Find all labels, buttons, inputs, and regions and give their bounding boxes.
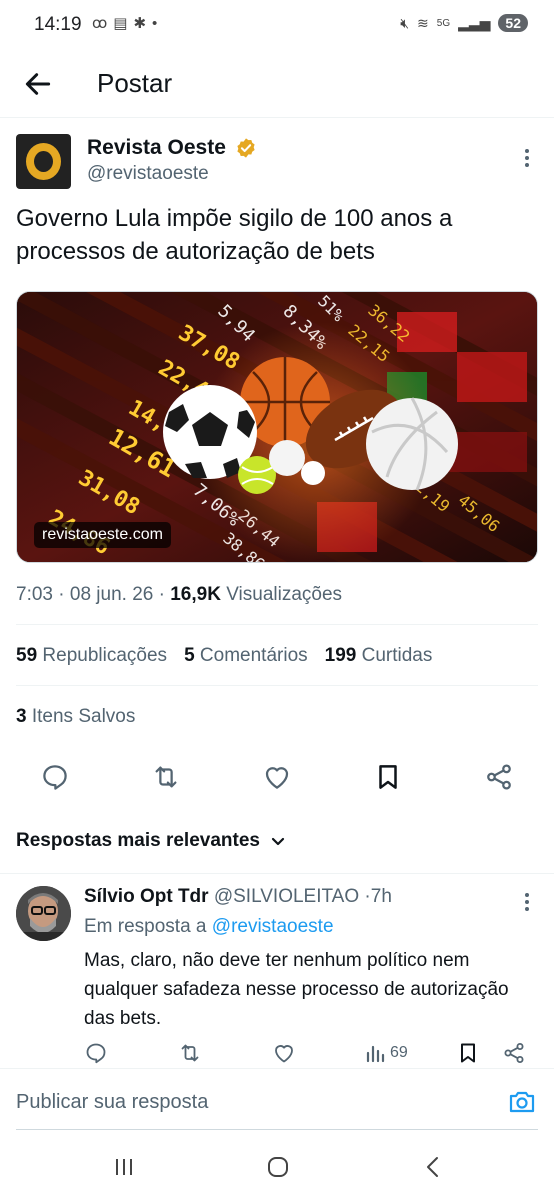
likes-count: 199	[324, 645, 357, 666]
recent-apps-icon[interactable]	[111, 1154, 137, 1180]
reply-author-handle[interactable]: @SILVIOLEITAO	[214, 886, 359, 907]
reply-icon[interactable]	[84, 1041, 108, 1065]
repost-icon[interactable]	[151, 762, 181, 792]
nav-back-icon[interactable]	[420, 1154, 446, 1180]
like-icon[interactable]	[272, 1041, 296, 1065]
reply-age: 7h	[370, 886, 392, 907]
back-arrow-icon[interactable]	[22, 68, 54, 100]
repost-icon[interactable]	[178, 1041, 202, 1065]
reply-item[interactable]: Sílvio Opt Tdr @SILVIOLEITAO ·7h Em resp…	[0, 873, 554, 1064]
logo-ring	[26, 143, 61, 180]
user-photo	[16, 886, 71, 941]
calendar-icon: ▤	[113, 15, 128, 32]
reply-header: Sílvio Opt Tdr @SILVIOLEITAO ·7h	[84, 886, 392, 908]
divider	[16, 624, 538, 625]
comments-stat[interactable]: 5 Comentários	[184, 645, 308, 667]
status-time: 14:19	[34, 14, 82, 35]
app-header: Postar	[0, 52, 554, 118]
in-reply-mention[interactable]: @revistaoeste	[212, 916, 334, 937]
status-right-icons: 🔇︎ ≋ 5G ▂▃▅ 52	[400, 14, 528, 32]
reply-author-name[interactable]: Sílvio Opt Tdr	[84, 886, 209, 907]
media-source-label: revistaoeste.com	[34, 522, 171, 548]
reply-icon[interactable]	[40, 762, 70, 792]
composer-underline	[16, 1129, 538, 1130]
views-label: Visualizações	[226, 584, 343, 605]
reply-more-options-icon[interactable]	[524, 892, 530, 912]
meta-separator: ·	[58, 584, 70, 605]
share-icon[interactable]	[502, 1041, 526, 1065]
home-icon[interactable]	[265, 1154, 291, 1180]
saved-label: Itens Salvos	[31, 706, 136, 727]
battery-badge: 52	[498, 14, 528, 32]
reposts-stat[interactable]: 59 Republicações	[16, 645, 167, 667]
meta-separator: ·	[158, 584, 171, 605]
in-reply-to: Em resposta a @revistaoeste	[84, 916, 334, 938]
author-handle[interactable]: @revistaoeste	[87, 163, 209, 185]
reply-avatar[interactable]	[16, 886, 71, 941]
comments-count: 5	[184, 645, 195, 666]
saved-stat[interactable]: 3 Itens Salvos	[16, 706, 135, 728]
bookmark-icon[interactable]	[456, 1041, 480, 1065]
saved-count: 3	[16, 706, 27, 727]
reposts-count: 59	[16, 645, 38, 666]
post-image[interactable]: 37,08 22,44 14,6 12,61 31,08 24,86 5,94 …	[16, 291, 538, 563]
post-text: Governo Lula impõe sigilo de 100 anos a …	[16, 205, 453, 265]
voicemail-icon: ꝏ	[92, 15, 108, 32]
reposts-label: Republicações	[42, 645, 168, 666]
chevron-down-icon	[271, 837, 285, 846]
more-options-icon[interactable]	[524, 148, 530, 168]
views-chart-icon[interactable]	[364, 1041, 388, 1065]
camera-icon[interactable]	[508, 1089, 536, 1115]
in-reply-prefix: Em resposta a	[84, 916, 207, 937]
reply-action-bar: 69	[0, 1041, 554, 1071]
verified-badge-icon	[237, 138, 255, 158]
network-type: 5G	[436, 17, 451, 29]
post-time: 7:03	[16, 584, 53, 605]
post-date: 08 jun. 26	[69, 584, 154, 605]
divider	[16, 685, 538, 686]
author-avatar[interactable]	[16, 134, 71, 189]
likes-label: Curtidas	[361, 645, 433, 666]
comments-label: Comentários	[199, 645, 308, 666]
share-icon[interactable]	[484, 762, 514, 792]
reply-text: Mas, claro, não deve ter nenhum político…	[84, 950, 509, 1029]
dot-icon: •	[152, 14, 158, 32]
reply-views-count: 69	[390, 1044, 408, 1061]
reply-input[interactable]: Publicar sua resposta	[16, 1091, 208, 1114]
replies-sort-dropdown[interactable]: Respostas mais relevantes	[16, 830, 286, 852]
bookmark-icon[interactable]	[373, 762, 403, 792]
author-name[interactable]: Revista Oeste	[87, 136, 226, 160]
sort-label: Respostas mais relevantes	[16, 830, 260, 851]
views-count: 16,9K	[170, 584, 221, 605]
post-meta: 7:03 · 08 jun. 26 · 16,9K Visualizações	[16, 584, 342, 606]
post-action-bar	[0, 758, 554, 808]
status-bar: 14:19 ꝏ ▤ ✱ • 🔇︎ ≋ 5G ▂▃▅ 52	[0, 0, 554, 52]
likes-stat[interactable]: 199 Curtidas	[325, 645, 433, 667]
system-nav-bar	[0, 1132, 554, 1200]
wifi-icon: ≋	[417, 14, 429, 31]
page-title: Postar	[97, 68, 173, 98]
mute-icon: 🔇︎	[400, 14, 410, 31]
like-icon[interactable]	[262, 762, 292, 792]
reply-composer: Publicar sua resposta	[0, 1068, 554, 1130]
accessibility-icon: ✱	[133, 15, 147, 32]
signal-icon: ▂▃▅	[458, 14, 491, 31]
status-left-icons: ꝏ ▤ ✱ •	[92, 14, 158, 33]
engagement-stats: 59 Republicações 5 Comentários 199 Curti…	[16, 645, 432, 667]
